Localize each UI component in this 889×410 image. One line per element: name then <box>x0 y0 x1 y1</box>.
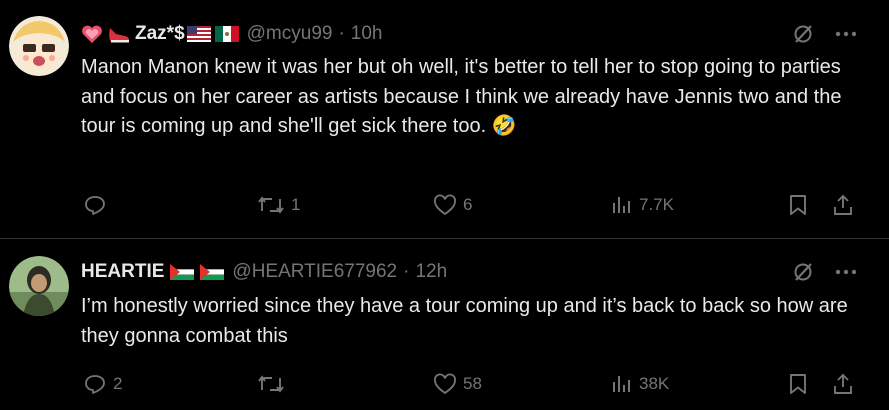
view-count: 38K <box>639 374 670 393</box>
display-name[interactable]: Zaz*$ <box>135 23 185 45</box>
tweet-actions: 2 58 38K <box>81 369 861 399</box>
display-name[interactable]: HEARTIE <box>81 261 164 283</box>
user-handle[interactable]: @HEARTIE677962 <box>232 261 397 283</box>
tweet-header: HEARTIE @HEARTIE677962 · 12h <box>81 260 447 284</box>
more-options-icon[interactable] <box>835 269 857 275</box>
like-count: 6 <box>463 195 473 214</box>
tweet-text: Manon Manon knew it was her but oh well,… <box>81 56 842 137</box>
separator-dot: · <box>338 23 345 44</box>
share-icon <box>831 372 855 396</box>
retweet-icon <box>257 194 285 216</box>
reply-count: 2 <box>113 374 123 393</box>
retweet-button[interactable]: 1 <box>257 190 300 220</box>
mexico-flag-icon <box>214 26 239 42</box>
like-count: 58 <box>463 374 482 393</box>
timestamp[interactable]: 10h <box>351 23 383 45</box>
grok-icon[interactable] <box>791 260 815 284</box>
avatar[interactable] <box>9 16 69 76</box>
more-options-icon[interactable] <box>835 31 857 37</box>
sneaker-emoji-icon <box>107 24 131 44</box>
tweet-text: I’m honestly worried since they have a t… <box>81 295 848 347</box>
like-button[interactable]: 58 <box>433 369 482 399</box>
bookmark-icon <box>787 193 809 217</box>
palestine-flag-icon <box>200 264 225 280</box>
separator-dot: · <box>403 261 410 282</box>
share-button[interactable] <box>831 369 855 399</box>
avatar[interactable] <box>9 256 69 316</box>
views-button[interactable]: 7.7K <box>611 190 674 220</box>
timestamp[interactable]: 12h <box>415 261 447 283</box>
share-button[interactable] <box>831 190 855 220</box>
heart-emoji-icon <box>81 24 103 44</box>
bookmark-button[interactable] <box>787 190 809 220</box>
tweet-top-actions <box>791 260 857 284</box>
like-button[interactable]: 6 <box>433 190 472 220</box>
tweet-top-actions <box>791 22 857 46</box>
heart-icon <box>433 194 457 216</box>
bookmark-icon <box>787 372 809 396</box>
tweet-2[interactable]: HEARTIE @HEARTIE677962 · 12h I’m honestl… <box>0 239 889 410</box>
analytics-icon <box>611 194 633 216</box>
reply-icon <box>83 372 107 396</box>
bookmark-button[interactable] <box>787 369 809 399</box>
heart-icon <box>433 373 457 395</box>
reply-button[interactable] <box>83 190 113 220</box>
tweet-1[interactable]: Zaz*$ @mcyu99 · 10h Manon Manon knew it … <box>0 0 889 239</box>
retweet-icon <box>257 373 285 395</box>
tweet-header: Zaz*$ @mcyu99 · 10h <box>81 22 383 46</box>
views-button[interactable]: 38K <box>611 369 669 399</box>
reply-button[interactable]: 2 <box>83 369 122 399</box>
share-icon <box>831 193 855 217</box>
retweet-count: 1 <box>291 195 301 214</box>
palestine-flag-icon <box>170 264 195 280</box>
reply-icon <box>83 193 107 217</box>
grok-icon[interactable] <box>791 22 815 46</box>
tweet-actions: 1 6 7.7K <box>81 190 861 220</box>
view-count: 7.7K <box>639 195 674 214</box>
retweet-button[interactable] <box>257 369 291 399</box>
user-handle[interactable]: @mcyu99 <box>247 23 333 45</box>
analytics-icon <box>611 373 633 395</box>
us-flag-icon <box>186 26 211 42</box>
